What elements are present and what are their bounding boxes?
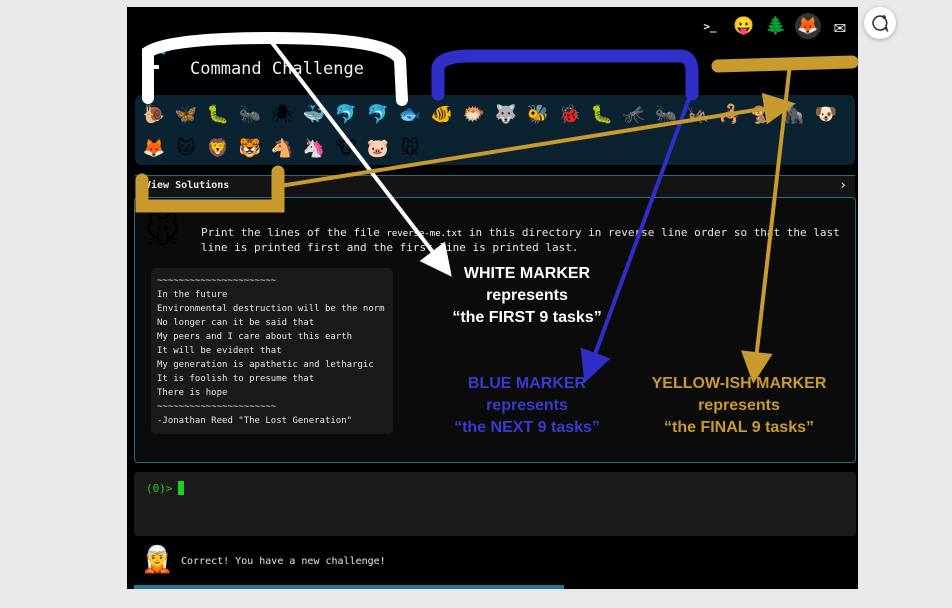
blue-marker-annotation: BLUE MARKER represents “the NEXT 9 tasks” <box>454 375 600 436</box>
challenge-description: Print the lines of the file reverse-me.t… <box>201 226 840 254</box>
file-line: My peers and I care about this earth <box>157 332 353 342</box>
file-line: Environmental destruction will be the no… <box>157 304 385 314</box>
challenge-emoji-icon[interactable]: 🐜 <box>653 101 679 127</box>
challenge-emoji-icon[interactable]: 🐯 <box>237 135 263 161</box>
challenge-emoji-icon[interactable]: 🕷 <box>269 101 295 127</box>
challenge-emoji-icon[interactable]: 🦁 <box>205 135 231 161</box>
chevron-right-icon[interactable]: › <box>839 178 847 193</box>
terminal-prompt: (0)> <box>146 482 173 495</box>
challenge-emoji-icon[interactable]: 🐱 <box>173 135 199 161</box>
challenge-emoji-icon[interactable]: 🐛 <box>589 101 615 127</box>
file-line: No longer can it be said that <box>157 318 315 328</box>
challenge-emoji-icon[interactable]: 🐺 <box>493 101 519 127</box>
chat-button[interactable] <box>864 7 896 39</box>
challenge-progress-bar: 🐌 🦋 🐛 🐜 🕷 🐳 🐬 🐬 🐟 🐠 🐡 🐺 🐝 🐞 🐛 🦟 🐜 🦗 🦂 🐒 🦍 🐶 🦊 🐱 🦁 🐯 🐴 🦄 🐮 🐷 🐭 <box>135 95 855 165</box>
challenge-emoji-icon[interactable]: 🐷 <box>365 135 391 161</box>
challenge-emoji-icon[interactable]: 🐟 <box>397 101 423 127</box>
terminal-input[interactable]: (0)> <box>134 472 856 536</box>
comment-add-icon <box>872 15 889 32</box>
view-solutions-label: View Solutions <box>145 180 230 191</box>
challenge-emoji-icon[interactable]: 🐌 <box>141 101 167 127</box>
challenge-emoji-icon[interactable]: 🐜 <box>237 101 263 127</box>
file-contents-box: ~~~~~~~~~~~~~~~~~~~~~~ In the future Envir… <box>151 268 393 434</box>
file-line: In the future <box>157 290 228 300</box>
yellow-marker-annotation: YELLOW-ISH MARKER represents “the FINAL 9 … <box>651 375 827 436</box>
mouse-avatar: 🐭 <box>145 212 181 252</box>
challenge-emoji-icon[interactable]: 🐝 <box>525 101 551 127</box>
tree-icon[interactable]: 🌲 <box>763 13 789 39</box>
feedback-message: Correct! You have a new challenge! <box>181 556 386 567</box>
challenge-emoji-icon[interactable]: 🐛 <box>205 101 231 127</box>
challenge-emoji-icon[interactable]: 🐞 <box>557 101 583 127</box>
logo-icon <box>141 48 166 69</box>
bottom-progress-line <box>134 585 564 589</box>
challenge-emoji-icon[interactable]: 🦟 <box>621 101 647 127</box>
challenge-emoji-icon[interactable]: 🐭 <box>397 135 423 161</box>
filename-code: reverse-me.txt <box>386 229 463 239</box>
challenge-emoji-icon[interactable]: 🐴 <box>269 135 295 161</box>
challenge-emoji-icon[interactable]: 🐶 <box>813 101 839 127</box>
page-title: Command Challenge <box>190 59 364 79</box>
challenge-emoji-icon[interactable]: 🦗 <box>685 101 711 127</box>
challenge-emoji-icon[interactable]: 🦋 <box>173 101 199 127</box>
file-line: It will be evident that <box>157 346 282 356</box>
terminal-icon[interactable]: >_ <box>697 13 723 39</box>
challenge-emoji-icon[interactable]: 🐡 <box>461 101 487 127</box>
gitlab-icon[interactable]: 🦊 <box>795 13 821 39</box>
challenge-emoji-icon[interactable]: 🐮 <box>333 135 359 161</box>
mail-icon[interactable]: ✉ <box>827 13 853 39</box>
challenge-emoji-icon[interactable]: 🦄 <box>301 135 327 161</box>
challenge-emoji-icon[interactable]: 🐬 <box>333 101 359 127</box>
white-marker-annotation: WHITE MARKER represents “the FIRST 9 tasks… <box>452 265 602 326</box>
challenge-emoji-icon[interactable]: 🦊 <box>141 135 167 161</box>
challenge-emoji-icon[interactable]: 🐠 <box>429 101 455 127</box>
file-line: ~~~~~~~~~~~~~~~~~~~~~~ <box>157 402 277 412</box>
challenge-emoji-icon[interactable]: 🐳 <box>301 101 327 127</box>
challenge-emoji-icon[interactable]: 🐒 <box>749 101 775 127</box>
file-line: It is foolish to presume that <box>157 374 315 384</box>
file-line: ~~~~~~~~~~~~~~~~~~~~~~ <box>157 276 277 286</box>
challenge-emoji-icon[interactable]: 🐬 <box>365 101 391 127</box>
file-line: My generation is apathetic and lethargic <box>157 360 374 370</box>
view-solutions-bar[interactable]: View Solutions › <box>135 175 855 198</box>
face-icon[interactable]: 😛 <box>731 13 757 39</box>
file-line: -Jonathan Reed "The Lost Generation" <box>157 416 353 426</box>
file-line: There is hope <box>157 388 228 398</box>
challenge-emoji-icon[interactable]: 🦂 <box>717 101 743 127</box>
challenge-emoji-icon[interactable]: 🦍 <box>781 101 807 127</box>
elf-avatar: 🧝 <box>141 545 174 575</box>
terminal-cursor <box>178 481 184 495</box>
